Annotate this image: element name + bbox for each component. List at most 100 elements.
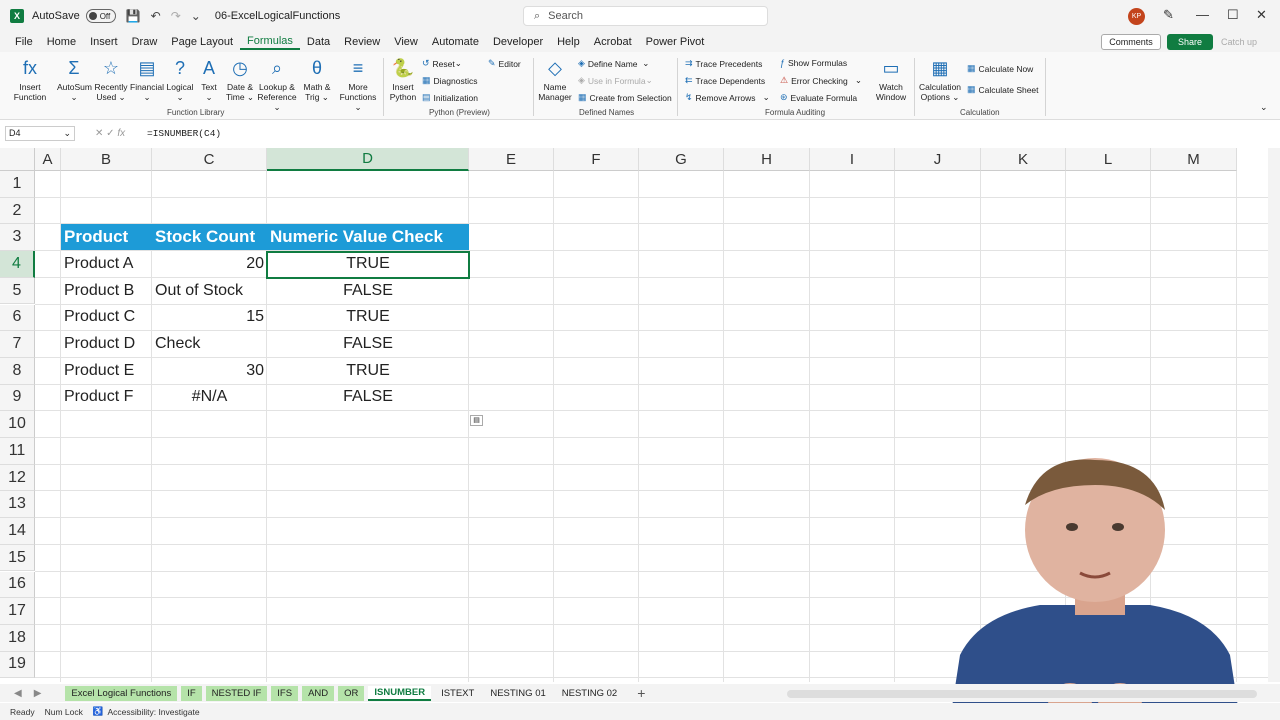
row-header-8[interactable]: 8 (0, 357, 35, 385)
cell-numeric-check[interactable]: TRUE (267, 358, 469, 384)
cell-product[interactable]: Product F (61, 385, 152, 411)
save-icon[interactable]: 💾 (126, 9, 141, 23)
math-trig-button[interactable]: θ Math & Trig ⌄ (301, 56, 333, 102)
column-header-H[interactable]: H (724, 148, 810, 171)
column-header-I[interactable]: I (810, 148, 895, 171)
use-in-formula-button[interactable]: ◈ Use in Formula ⌄ (578, 75, 653, 86)
column-header-A[interactable]: A (35, 148, 61, 171)
tab-page-layout[interactable]: Page Layout (164, 36, 240, 48)
row-header-19[interactable]: 19 (0, 651, 35, 679)
define-name-button[interactable]: ◈ Define Name ⌄ (578, 58, 649, 69)
more-functions-button[interactable]: ≡ More Functions ⌄ (337, 56, 379, 112)
share-button[interactable]: Share (1167, 34, 1213, 50)
tab-file[interactable]: File (8, 36, 40, 48)
sheet-tab-nested-if[interactable]: NESTED IF (205, 685, 268, 701)
cell-stock-count[interactable]: 15 (152, 305, 267, 331)
collapse-ribbon-icon[interactable]: ⌄ (1260, 102, 1268, 113)
tab-data[interactable]: Data (300, 36, 337, 48)
column-header-F[interactable]: F (554, 148, 639, 171)
cell-product[interactable]: Product A (61, 251, 152, 277)
autosave-toggle[interactable]: Off (85, 9, 116, 23)
tab-power-pivot[interactable]: Power Pivot (639, 36, 712, 48)
catch-up-button[interactable]: Catch up (1221, 37, 1257, 47)
trace-dependents-button[interactable]: ⇇ Trace Dependents (685, 75, 765, 86)
tab-home[interactable]: Home (40, 36, 83, 48)
row-header-9[interactable]: 9 (0, 384, 35, 412)
column-header-G[interactable]: G (639, 148, 724, 171)
header-numeric-value-check[interactable]: Numeric Value Check (267, 224, 469, 251)
row-header-6[interactable]: 6 (0, 304, 35, 332)
tab-review[interactable]: Review (337, 36, 387, 48)
column-header-E[interactable]: E (469, 148, 554, 171)
quick-analysis-icon[interactable]: ▤ (470, 415, 483, 427)
add-sheet-icon[interactable]: + (637, 685, 645, 701)
sheet-tab-istext[interactable]: ISTEXT (435, 686, 480, 701)
user-avatar[interactable]: KP (1128, 8, 1145, 25)
select-all-corner[interactable] (0, 148, 35, 171)
row-header-3[interactable]: 3 (0, 224, 35, 252)
formula-bar-icons[interactable]: ✕ ✓ fx (95, 128, 135, 139)
row-header-1[interactable]: 1 (0, 171, 35, 198)
row-header-2[interactable]: 2 (0, 197, 35, 225)
row-header-15[interactable]: 15 (0, 544, 35, 572)
file-name[interactable]: 06-ExcelLogicalFunctions (215, 10, 340, 22)
pen-icon[interactable]: ✎ (1163, 7, 1174, 23)
row-header-11[interactable]: 11 (0, 438, 35, 465)
recently-used-button[interactable]: ☆ Recently Used ⌄ (92, 56, 130, 102)
sheet-tab-ifs[interactable]: IFS (271, 685, 299, 701)
cell-numeric-check[interactable]: FALSE (267, 278, 469, 304)
cell-stock-count[interactable]: Check (152, 331, 267, 357)
tab-acrobat[interactable]: Acrobat (587, 36, 639, 48)
tab-prev-icon[interactable]: ◀ (14, 688, 22, 699)
lookup-reference-button[interactable]: ⌕ Lookup & Reference ⌄ (255, 56, 299, 112)
column-header-B[interactable]: B (61, 148, 152, 171)
calculation-options-button[interactable]: ▦ Calculation Options ⌄ (918, 56, 962, 102)
text-button[interactable]: A Text ⌄ (197, 56, 221, 102)
redo-icon[interactable]: ↷ (171, 9, 181, 23)
maximize-icon[interactable]: ☐ (1227, 7, 1239, 23)
cell-numeric-check[interactable]: FALSE (267, 385, 469, 411)
column-header-K[interactable]: K (981, 148, 1066, 171)
customize-qat-icon[interactable]: ⌄ (191, 9, 201, 23)
insert-python-button[interactable]: 🐍 Insert Python (388, 56, 418, 102)
evaluate-formula-button[interactable]: ⊛ Evaluate Formula (780, 92, 857, 103)
cell-product[interactable]: Product B (61, 278, 152, 304)
column-header-C[interactable]: C (152, 148, 267, 171)
header-stock-count[interactable]: Stock Count (152, 224, 267, 251)
vertical-scrollbar[interactable] (1268, 148, 1280, 682)
minimize-icon[interactable]: — (1196, 7, 1209, 22)
row-header-14[interactable]: 14 (0, 518, 35, 545)
column-header-L[interactable]: L (1066, 148, 1151, 171)
horizontal-scrollbar[interactable] (787, 690, 1257, 698)
initialization-button[interactable]: ▤ Initialization (422, 92, 478, 103)
sheet-tab-excel-logical-functions[interactable]: Excel Logical Functions (65, 685, 178, 701)
financial-button[interactable]: ▤ Financial ⌄ (130, 56, 164, 102)
sheet-tab-if[interactable]: IF (181, 685, 202, 701)
reset-button[interactable]: ↺ Reset ⌄ (422, 58, 462, 69)
row-header-10[interactable]: 10 (0, 411, 35, 438)
formula-input[interactable]: =ISNUMBER(C4) (147, 128, 221, 139)
trace-precedents-button[interactable]: ⇉ Trace Precedents (685, 58, 762, 69)
sheet-tab-isnumber[interactable]: ISNUMBER (368, 685, 432, 701)
cell-product[interactable]: Product E (61, 358, 152, 384)
diagnostics-button[interactable]: ▦ Diagnostics (422, 75, 477, 86)
accessibility-icon[interactable]: ♿ (93, 706, 104, 717)
name-manager-button[interactable]: ◇ Name Manager (538, 56, 572, 102)
cell-numeric-check[interactable]: TRUE (267, 305, 469, 331)
watch-window-button[interactable]: ▭ Watch Window (874, 56, 908, 102)
tab-view[interactable]: View (387, 36, 425, 48)
sheet-tab-nesting-01[interactable]: NESTING 01 (484, 686, 551, 701)
cell-product[interactable]: Product C (61, 305, 152, 331)
cell-stock-count[interactable]: 20 (152, 251, 267, 277)
autosum-button[interactable]: Σ AutoSum ⌄ (57, 56, 92, 102)
tab-help[interactable]: Help (550, 36, 587, 48)
calculate-sheet-button[interactable]: ▦ Calculate Sheet (967, 84, 1039, 95)
tab-developer[interactable]: Developer (486, 36, 550, 48)
tab-next-icon[interactable]: ▶ (34, 688, 42, 699)
row-header-7[interactable]: 7 (0, 331, 35, 358)
row-header-17[interactable]: 17 (0, 598, 35, 625)
column-header-D[interactable]: D (267, 148, 469, 171)
sheet-tab-nesting-02[interactable]: NESTING 02 (556, 686, 623, 701)
tab-insert[interactable]: Insert (83, 36, 125, 48)
insert-function-button[interactable]: fx Insert Function (10, 56, 50, 102)
